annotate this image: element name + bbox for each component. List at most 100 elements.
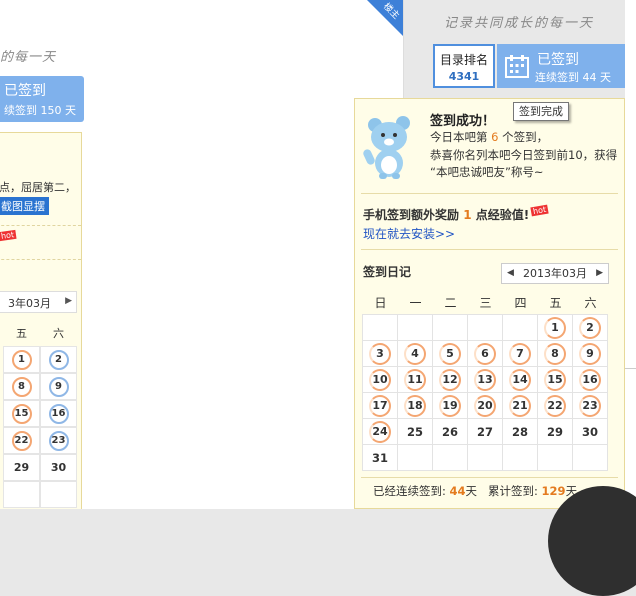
bg-signed-button[interactable]: 已签到 续签到 150 天	[0, 76, 84, 122]
calendar-day[interactable]: 9	[572, 340, 608, 367]
slogan: 记录共同成长的每一天	[444, 16, 595, 31]
calendar-day[interactable]: 24	[362, 418, 398, 445]
rank-today-line: 今日本吧第 6 个签到，	[430, 130, 549, 144]
hot-badge: hot	[530, 204, 549, 217]
signed-streak: 连续签到 44 天	[535, 71, 611, 84]
calendar-icon	[505, 55, 529, 78]
signed-day-ring: 21	[509, 394, 531, 417]
signed-day-ring: 9	[579, 342, 601, 365]
title-award-line: “本吧忠诚吧友”称号~	[430, 165, 544, 179]
next-month-icon[interactable]: ▶	[596, 264, 603, 283]
calendar-day[interactable]: 27	[467, 418, 503, 445]
weekday-header: 日	[374, 295, 387, 310]
bear-mascot-icon	[363, 116, 410, 179]
signed-day-ring: 8	[544, 342, 566, 365]
sign-success-popup: 签到成功！ 今日本吧第 6 个签到， 恭喜你名列本吧今日签到前10，获得 “本吧…	[354, 98, 625, 509]
calendar-empty-cell	[397, 444, 433, 471]
signed-day-ring: 24	[369, 420, 391, 443]
bg-calendar-day: 23	[40, 427, 77, 454]
bg-weekday-header: 五	[16, 326, 27, 340]
signed-day-ring: 1	[544, 316, 566, 339]
calendar-empty-cell	[467, 444, 503, 471]
signed-day-ring: 2	[579, 316, 601, 339]
bg-calendar-day: 30	[40, 454, 77, 481]
calendar-day[interactable]: 21	[502, 392, 538, 419]
calendar-day[interactable]: 13	[467, 366, 503, 393]
bg-popup: 点，屈居第二， 截图显摆 hot 3年03月 ▶ 五六 1 2 8 9 15 16 22 23 2…	[0, 132, 82, 509]
diary-title: 签到日记	[363, 265, 412, 279]
calendar-day[interactable]: 1	[537, 314, 573, 341]
calendar-day[interactable]: 25	[397, 418, 433, 445]
weekday-header: 一	[409, 295, 422, 310]
calendar-day[interactable]: 22	[537, 392, 573, 419]
bg-calendar-day	[3, 481, 40, 508]
signed-day-ring: 11	[404, 368, 426, 391]
signed-day-ring: 17	[369, 394, 391, 417]
calendar-day[interactable]: 31	[362, 444, 398, 471]
bg-hot-badge: hot	[0, 229, 17, 242]
calendar-day[interactable]: 10	[362, 366, 398, 393]
background-page: 楼主 的每一天 已签到 续签到 150 天 点，屈居第二， 截图显摆 hot 3…	[0, 0, 404, 509]
calendar-day[interactable]: 8	[537, 340, 573, 367]
weekday-header: 二	[444, 295, 457, 310]
weekday-header: 六	[584, 295, 597, 310]
bg-weekday-header: 六	[53, 326, 64, 340]
signed-day-ring: 10	[369, 368, 391, 391]
calendar-day[interactable]: 15	[537, 366, 573, 393]
signed-day-ring: 3	[369, 342, 391, 365]
bg-month-nav[interactable]: 3年03月 ▶	[0, 291, 77, 313]
calendar-empty-cell	[362, 314, 398, 341]
calendar-day[interactable]: 20	[467, 392, 503, 419]
mobile-bonus: 手机签到额外奖励 1 点经验值! hot	[363, 204, 549, 222]
calendar-day[interactable]: 5	[432, 340, 468, 367]
calendar-day[interactable]: 11	[397, 366, 433, 393]
bg-calendar-day: 15	[3, 400, 40, 427]
signed-day-ring: 4	[404, 342, 426, 365]
month-label: 2013年03月	[523, 267, 587, 280]
bg-calendar-day	[40, 481, 77, 508]
calendar-day[interactable]: 12	[432, 366, 468, 393]
signed-day-ring: 18	[404, 394, 426, 417]
calendar-day[interactable]: 29	[537, 418, 573, 445]
page-right-edge	[625, 0, 636, 509]
bg-calendar-day: 16	[40, 400, 77, 427]
calendar-day[interactable]: 19	[432, 392, 468, 419]
sign-stats: 已经连续签到: 44天 累计签到: 129天	[373, 484, 578, 498]
signed-day-ring: 23	[579, 394, 601, 417]
congrats-line: 恭喜你名列本吧今日签到前10，获得	[430, 148, 618, 162]
prev-month-icon[interactable]: ◀	[507, 264, 514, 283]
bg-calendar-day: 8	[3, 373, 40, 400]
weekday-header: 五	[549, 295, 562, 310]
calendar-day[interactable]: 6	[467, 340, 503, 367]
calendar-day[interactable]: 28	[502, 418, 538, 445]
signed-day-ring: 15	[544, 368, 566, 391]
calendar-empty-cell	[467, 314, 503, 341]
signed-button[interactable]: 已签到 连续签到 44 天	[497, 44, 625, 88]
signed-day-ring: 14	[509, 368, 531, 391]
sign-complete-tooltip: 签到完成	[513, 102, 569, 121]
calendar-day[interactable]: 14	[502, 366, 538, 393]
calendar-day[interactable]: 18	[397, 392, 433, 419]
calendar-day[interactable]: 26	[432, 418, 468, 445]
calendar-day[interactable]: 30	[572, 418, 608, 445]
rank-box[interactable]: 目录排名 4341	[433, 44, 495, 88]
month-nav: ◀ 2013年03月 ▶	[501, 263, 609, 284]
calendar-day[interactable]: 4	[397, 340, 433, 367]
signed-day-ring: 20	[474, 394, 496, 417]
bg-share-button[interactable]: 截图显摆	[0, 197, 49, 215]
calendar-day[interactable]: 23	[572, 392, 608, 419]
weekday-header: 四	[514, 295, 527, 310]
signed-day-ring: 19	[439, 394, 461, 417]
install-link[interactable]: 现在就去安装>>	[363, 225, 455, 242]
calendar-day[interactable]: 7	[502, 340, 538, 367]
calendar-day[interactable]: 3	[362, 340, 398, 367]
calendar-empty-cell	[502, 444, 538, 471]
signed-day-ring: 16	[579, 368, 601, 391]
calendar-day[interactable]: 17	[362, 392, 398, 419]
signed-day-ring: 13	[474, 368, 496, 391]
rank-label: 目录排名	[439, 53, 488, 67]
calendar-day[interactable]: 16	[572, 366, 608, 393]
next-month-icon[interactable]: ▶	[65, 296, 72, 306]
bg-calendar-day: 1	[3, 346, 40, 373]
calendar-day[interactable]: 2	[572, 314, 608, 341]
